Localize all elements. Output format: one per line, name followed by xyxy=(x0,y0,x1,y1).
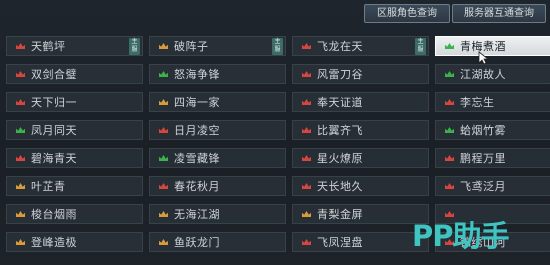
server-name: 天长地久 xyxy=(317,180,363,193)
server-name: 天鹤坪 xyxy=(31,40,66,53)
red-status-flag-icon xyxy=(302,71,311,77)
top-toolbar: 区服角色查询 服务器互通查询 xyxy=(0,0,550,28)
mouse-cursor-icon xyxy=(478,51,488,65)
server-item[interactable]: 星火燎原 xyxy=(292,148,429,168)
server-name: 春花秋月 xyxy=(174,180,220,193)
green-status-flag-icon xyxy=(159,155,168,161)
watermark-logo: PP助手 xyxy=(412,219,510,253)
server-item[interactable]: 李忘生 xyxy=(435,92,550,112)
orange-status-flag-icon xyxy=(302,211,311,217)
red-status-flag-icon xyxy=(302,155,311,161)
cross-server-query-button[interactable]: 区服角色查询 xyxy=(364,4,450,23)
orange-status-flag-icon xyxy=(159,239,168,245)
green-status-flag-icon xyxy=(445,127,454,133)
red-status-flag-icon xyxy=(445,99,454,105)
main-server-badge: 主服 xyxy=(415,38,426,55)
red-status-flag-icon xyxy=(302,99,311,105)
server-item[interactable]: 蛤烟竹雾 xyxy=(435,120,550,140)
server-item[interactable]: 飞鸢泛月 xyxy=(435,176,550,196)
server-item[interactable]: 风雷刀谷 xyxy=(292,64,429,84)
green-status-flag-icon xyxy=(159,71,168,77)
server-item[interactable]: 梭台烟雨 xyxy=(6,204,143,224)
server-item[interactable]: 日月凌空 xyxy=(149,120,286,140)
server-name: 江湖故人 xyxy=(460,68,506,81)
red-status-flag-icon xyxy=(16,43,25,49)
server-name: 破阵子 xyxy=(174,40,209,53)
server-item[interactable]: 飞龙在天 主服 xyxy=(292,36,429,56)
server-item[interactable]: 春花秋月 xyxy=(149,176,286,196)
server-name: 风雷刀谷 xyxy=(317,68,363,81)
server-item[interactable]: 奉天证道 xyxy=(292,92,429,112)
server-interconnect-query-button[interactable]: 服务器互通查询 xyxy=(452,4,546,23)
server-item[interactable]: 怒海争锋 xyxy=(149,64,286,84)
server-item[interactable]: 飞凤涅盘 xyxy=(292,232,429,252)
server-item[interactable]: 天下归一 xyxy=(6,92,143,112)
server-name: 李忘生 xyxy=(460,96,495,109)
red-status-flag-icon xyxy=(302,43,311,49)
green-status-flag-icon xyxy=(445,71,454,77)
server-name: 飞凤涅盘 xyxy=(317,236,363,249)
red-status-flag-icon xyxy=(16,99,25,105)
red-status-flag-icon xyxy=(16,71,25,77)
server-item[interactable]: 青梅煮酒 xyxy=(435,36,550,56)
server-name: 日月凌空 xyxy=(174,124,220,137)
server-name: 青梨金屏 xyxy=(317,208,363,221)
orange-status-flag-icon xyxy=(159,211,168,217)
red-status-flag-icon xyxy=(445,155,454,161)
server-name: 凌雪藏锋 xyxy=(174,152,220,165)
red-status-flag-icon xyxy=(302,239,311,245)
main-server-badge: 主服 xyxy=(272,38,283,55)
server-name: 四海一家 xyxy=(174,96,220,109)
server-name: 鹏程万里 xyxy=(460,152,506,165)
server-name: 碧海青天 xyxy=(31,152,77,165)
green-status-flag-icon xyxy=(445,43,454,49)
red-status-flag-icon xyxy=(159,127,168,133)
server-item[interactable]: 无海江湖 xyxy=(149,204,286,224)
server-name: 飞龙在天 xyxy=(317,40,363,53)
server-name: 奉天证道 xyxy=(317,96,363,109)
server-name: 无海江湖 xyxy=(174,208,220,221)
server-name: 梭台烟雨 xyxy=(31,208,77,221)
server-name: 叶芷青 xyxy=(31,180,66,193)
server-item[interactable]: 比翼齐飞 xyxy=(292,120,429,140)
red-status-flag-icon xyxy=(16,155,25,161)
server-item[interactable]: 天长地久 xyxy=(292,176,429,196)
server-item[interactable]: 叶芷青 xyxy=(6,176,143,196)
server-item[interactable]: 鱼跃龙门 xyxy=(149,232,286,252)
server-item[interactable]: 青梨金屏 xyxy=(292,204,429,224)
orange-status-flag-icon xyxy=(16,211,25,217)
orange-status-flag-icon xyxy=(159,43,168,49)
server-item[interactable]: 破阵子 主服 xyxy=(149,36,286,56)
server-name: 登峰造极 xyxy=(31,236,77,249)
orange-status-flag-icon xyxy=(159,99,168,105)
server-item[interactable]: 四海一家 xyxy=(149,92,286,112)
red-status-flag-icon xyxy=(159,183,168,189)
green-status-flag-icon xyxy=(16,127,25,133)
server-item[interactable]: 鹏程万里 xyxy=(435,148,550,168)
server-item[interactable]: 登峰造极 xyxy=(6,232,143,252)
server-name: 天下归一 xyxy=(31,96,77,109)
server-name: 鱼跃龙门 xyxy=(174,236,220,249)
server-name: 比翼齐飞 xyxy=(317,124,363,137)
server-item[interactable]: 江湖故人 xyxy=(435,64,550,84)
server-item[interactable]: 天鹤坪 主服 xyxy=(6,36,143,56)
server-name: 怒海争锋 xyxy=(174,68,220,81)
server-item[interactable]: 凤月同天 xyxy=(6,120,143,140)
server-item[interactable]: 双剑合璧 xyxy=(6,64,143,84)
main-server-badge: 主服 xyxy=(129,38,140,55)
server-name: 双剑合璧 xyxy=(31,68,77,81)
server-name: 凤月同天 xyxy=(31,124,77,137)
red-status-flag-icon xyxy=(302,183,311,189)
server-name: 飞鸢泛月 xyxy=(460,180,506,193)
red-status-flag-icon xyxy=(302,127,311,133)
red-status-flag-icon xyxy=(445,183,454,189)
server-item[interactable]: 碧海青天 xyxy=(6,148,143,168)
server-name: 星火燎原 xyxy=(317,152,363,165)
server-item[interactable]: 凌雪藏锋 xyxy=(149,148,286,168)
server-name: 蛤烟竹雾 xyxy=(460,124,506,137)
orange-status-flag-icon xyxy=(16,239,25,245)
orange-status-flag-icon xyxy=(16,183,25,189)
